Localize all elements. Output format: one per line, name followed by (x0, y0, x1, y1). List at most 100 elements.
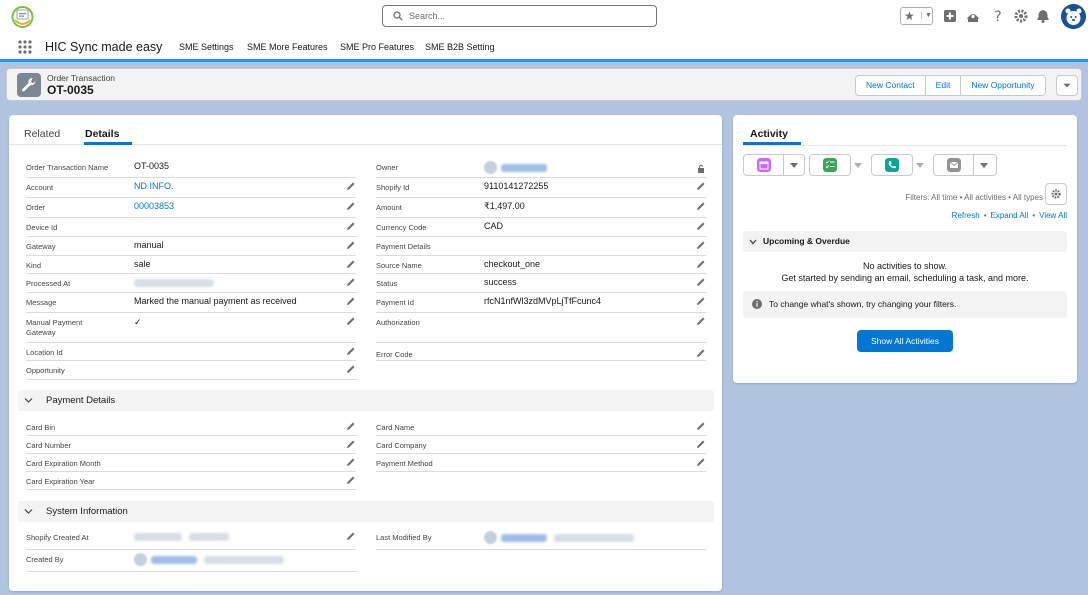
edit-pencil-icon[interactable] (696, 240, 706, 250)
app-launcher-icon[interactable] (18, 40, 32, 54)
active-tab-indicator (84, 142, 132, 145)
edit-pencil-icon[interactable] (696, 259, 706, 269)
user-avatar[interactable] (1061, 4, 1086, 29)
chevron-down-icon[interactable] (909, 154, 931, 176)
phone-icon (885, 158, 899, 172)
tab-details[interactable]: Details (85, 128, 119, 140)
field-label: Status (376, 279, 398, 288)
expand-all-link[interactable]: Expand All (991, 211, 1029, 220)
edit-pencil-icon[interactable] (346, 421, 356, 431)
new-contact-button[interactable]: New Contact (856, 76, 926, 95)
search-placeholder: Search... (409, 11, 446, 21)
field-label: Message (26, 298, 57, 307)
help-icon[interactable]: ? (990, 8, 1006, 24)
upcoming-overdue-section[interactable]: Upcoming & Overdue (743, 231, 1067, 252)
edit-pencil-icon[interactable] (696, 421, 706, 431)
refresh-link[interactable]: Refresh (952, 211, 980, 220)
app-logo-icon[interactable] (9, 4, 36, 29)
nav-item-sme-b2b-setting[interactable]: SME B2B Setting (425, 42, 495, 52)
new-task-button[interactable] (809, 154, 851, 176)
edit-button[interactable]: Edit (925, 76, 962, 95)
edit-pencil-icon[interactable] (346, 316, 356, 326)
field-value: manual (134, 240, 164, 250)
edit-pencil-icon[interactable] (346, 457, 356, 467)
edit-pencil-icon[interactable] (696, 181, 706, 191)
edit-pencil-icon[interactable] (346, 259, 356, 269)
edit-pencil-icon[interactable] (346, 531, 356, 541)
global-header: Search... ★ ▼ ? (0, 0, 1088, 34)
get-started-message: Get started by sending an email, schedul… (781, 273, 1029, 283)
edit-pencil-icon[interactable] (696, 296, 706, 306)
activity-settings-button[interactable] (1045, 183, 1067, 205)
notifications-bell-icon[interactable] (1035, 8, 1051, 24)
field-kind: Kind sale (26, 256, 356, 274)
trailhead-icon[interactable] (965, 8, 981, 24)
email-icon (947, 158, 961, 172)
edit-pencil-icon[interactable] (696, 457, 706, 467)
field-label: Card Expiration Month (26, 459, 101, 468)
new-event-button[interactable] (743, 154, 805, 176)
edit-pencil-icon[interactable] (696, 277, 706, 287)
field-value-link[interactable]: ND INFO. (134, 181, 174, 191)
edit-pencil-icon[interactable] (346, 475, 356, 485)
no-activities-message: No activities to show. (862, 261, 948, 271)
view-all-link[interactable]: View All (1039, 211, 1067, 220)
star-icon: ★ (904, 9, 915, 23)
chevron-down-icon[interactable] (847, 154, 869, 176)
field-value: Marked the manual payment as received (134, 296, 297, 306)
edit-pencil-icon[interactable] (696, 439, 706, 449)
new-opportunity-button[interactable]: New Opportunity (961, 76, 1045, 95)
edit-pencil-icon[interactable] (696, 201, 706, 211)
tab-related[interactable]: Related (24, 128, 60, 140)
change-owner-icon[interactable] (696, 164, 706, 174)
edit-pencil-icon[interactable] (346, 221, 356, 231)
edit-pencil-icon[interactable] (346, 364, 356, 374)
chevron-down-icon[interactable] (783, 155, 805, 175)
edit-pencil-icon[interactable] (346, 181, 356, 191)
field-amount: Amount ₹1,497.00 (376, 198, 706, 218)
field-card-expiration-year: Card Expiration Year (26, 472, 356, 490)
section-title: Payment Details (46, 395, 116, 406)
edit-pencil-icon[interactable] (696, 348, 706, 358)
edit-pencil-icon[interactable] (346, 201, 356, 211)
nav-item-sme-more-features[interactable]: SME More Features (247, 42, 328, 52)
edit-pencil-icon[interactable] (696, 316, 706, 326)
field-order-transaction-name: Order Transaction Name OT-0035 (26, 158, 356, 178)
more-actions-button[interactable] (1056, 75, 1078, 96)
edit-pencil-icon[interactable] (696, 221, 706, 231)
gear-icon[interactable] (1013, 8, 1029, 24)
section-system-information[interactable]: System Information (18, 501, 714, 522)
log-call-button[interactable] (871, 154, 913, 176)
edit-pencil-icon[interactable] (346, 439, 356, 449)
field-account: Account ND INFO. (26, 178, 356, 198)
field-created-by: Created By (26, 550, 356, 572)
field-label: Location Id (26, 348, 63, 357)
edit-pencil-icon[interactable] (346, 296, 356, 306)
section-payment-details[interactable]: Payment Details (18, 390, 714, 411)
field-value-redacted[interactable] (484, 531, 634, 544)
chevron-down-icon[interactable] (973, 155, 995, 175)
field-value: OT-0035 (134, 161, 170, 171)
send-email-button[interactable] (933, 154, 997, 176)
field-value-link[interactable]: 00003853 (134, 201, 174, 211)
field-label: Amount (376, 203, 402, 212)
chevron-down-icon[interactable]: ▼ (921, 12, 932, 19)
field-payment-id: Payment Id rfcN1nfWl3zdMVpLjTfFcunc4 (376, 293, 706, 313)
field-location-id: Location Id (26, 343, 356, 361)
field-authorization: Authorization (376, 313, 706, 343)
add-icon[interactable] (942, 8, 958, 24)
field-value: sale (134, 259, 151, 269)
field-processed-at: Processed At (26, 274, 356, 293)
edit-pencil-icon[interactable] (346, 346, 356, 356)
nav-item-sme-pro-features[interactable]: SME Pro Features (340, 42, 414, 52)
tab-activity[interactable]: Activity (750, 128, 788, 140)
field-value-redacted[interactable] (134, 553, 284, 566)
show-all-activities-button[interactable]: Show All Activities (857, 330, 953, 352)
favorites-button[interactable]: ★ ▼ (900, 7, 933, 25)
nav-item-sme-settings[interactable]: SME Settings (179, 42, 234, 52)
global-search-input[interactable]: Search... (382, 5, 657, 27)
edit-pencil-icon[interactable] (346, 240, 356, 250)
edit-pencil-icon[interactable] (346, 277, 356, 287)
field-value-redacted[interactable] (484, 161, 547, 174)
field-payment-method: Payment Method (376, 454, 706, 472)
